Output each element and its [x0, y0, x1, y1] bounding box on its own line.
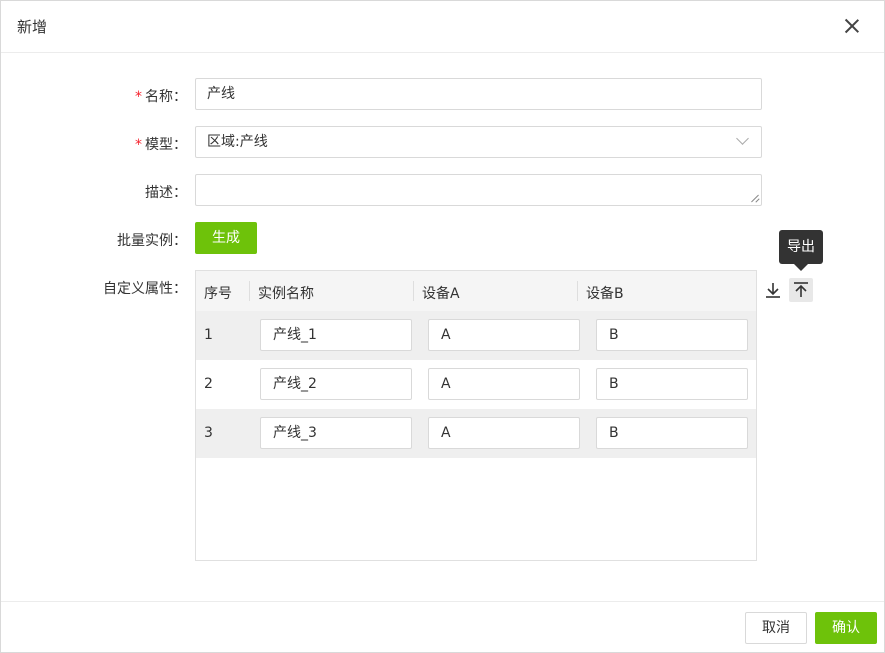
tooltip-arrow [794, 264, 808, 271]
column-header: 序号 [204, 286, 232, 302]
generate-button[interactable]: 生成 [195, 222, 257, 254]
model-select-value: 区域:产线 [207, 134, 268, 150]
column-divider [249, 281, 250, 301]
row-index: 3 [204, 425, 213, 441]
dialog: 新增 * 名称： 产线 * 模型： 区域:产线 描述： 批量实例： 生成 自定义属性… [0, 0, 885, 653]
download-icon-glyph [766, 283, 780, 298]
custom-attributes-label: 自定义属性： [103, 281, 187, 297]
dialog-header: 新增 [1, 1, 884, 53]
dialog-title: 新增 [17, 18, 48, 36]
resize-grip-icon[interactable] [750, 193, 760, 203]
table-header: 序号 实例名称 设备A 设备B [196, 271, 756, 311]
required-mark: * [135, 137, 142, 153]
upload-icon[interactable] [789, 278, 813, 302]
download-icon[interactable] [761, 278, 785, 302]
column-divider [413, 281, 414, 301]
confirm-button[interactable]: 确认 [815, 612, 877, 644]
name-input[interactable]: 产线 [195, 78, 762, 110]
model-label: * 模型： [135, 137, 187, 153]
device-b-input[interactable]: B [596, 417, 748, 449]
column-divider [577, 281, 578, 301]
batch-label: 批量实例： [117, 233, 187, 249]
table-row: 2 产线_2 A B [196, 360, 756, 409]
description-textarea[interactable] [195, 174, 762, 206]
description-label: 描述： [145, 185, 187, 201]
close-icon[interactable] [840, 14, 864, 38]
instance-name-input[interactable]: 产线_2 [260, 368, 412, 400]
model-select[interactable]: 区域:产线 [195, 126, 762, 158]
cancel-button[interactable]: 取消 [745, 612, 807, 644]
table-row: 3 产线_3 A B [196, 409, 756, 458]
device-b-input[interactable]: B [596, 368, 748, 400]
table-row: 1 产线_1 A B [196, 311, 756, 360]
name-label: * 名称： [135, 89, 187, 105]
device-b-input[interactable]: B [596, 319, 748, 351]
column-header: 设备B [586, 286, 624, 302]
chevron-down-icon [736, 132, 749, 145]
upload-icon-glyph [794, 282, 808, 297]
device-a-input[interactable]: A [428, 319, 580, 351]
device-a-input[interactable]: A [428, 368, 580, 400]
required-mark: * [135, 89, 142, 105]
row-index: 1 [204, 327, 213, 343]
column-header: 实例名称 [258, 286, 314, 302]
export-tooltip: 导出 [779, 230, 823, 264]
attributes-table: 序号 实例名称 设备A 设备B 1 产线_1 A B 2 产线_2 A B 3 … [195, 270, 757, 561]
instance-name-input[interactable]: 产线_1 [260, 319, 412, 351]
row-index: 2 [204, 376, 213, 392]
instance-name-input[interactable]: 产线_3 [260, 417, 412, 449]
column-header: 设备A [422, 286, 460, 302]
device-a-input[interactable]: A [428, 417, 580, 449]
